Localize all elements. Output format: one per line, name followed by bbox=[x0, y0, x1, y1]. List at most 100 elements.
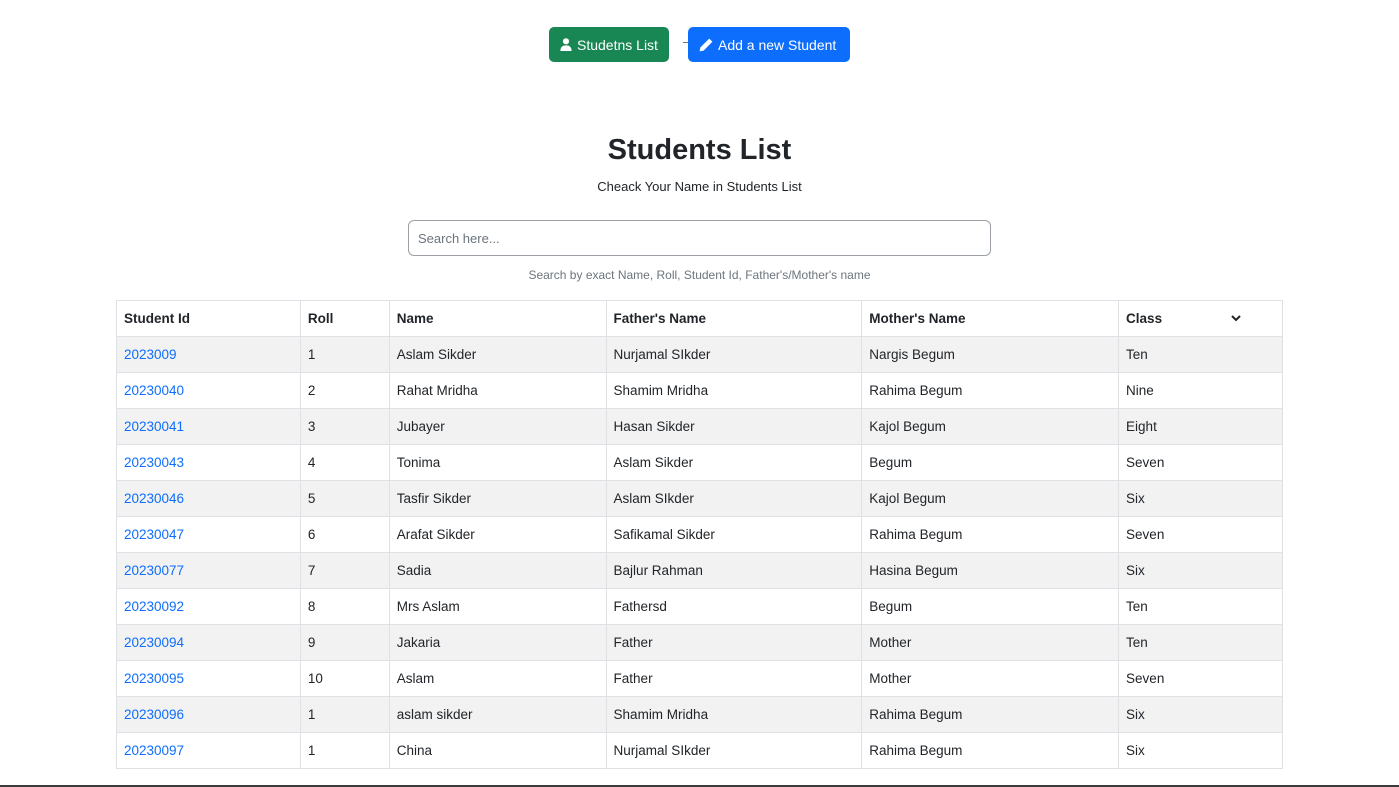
student-id-link[interactable]: 20230040 bbox=[124, 383, 184, 398]
page-title: Students List bbox=[607, 134, 792, 166]
add-student-button[interactable]: Add a new Student bbox=[688, 27, 850, 62]
table-cell: Eight bbox=[1118, 408, 1283, 445]
table-cell: Nine bbox=[1118, 372, 1283, 409]
table-cell: aslam sikder bbox=[388, 696, 607, 733]
cell-fathers-name: Nurjamal SIkder bbox=[613, 347, 711, 362]
column-header-class[interactable]: Class bbox=[1118, 300, 1283, 337]
table-cell: Hasan Sikder bbox=[605, 408, 863, 445]
table-row: 20230041 3 Jubayer Hasan Sikder Kajol Begum E… bbox=[116, 408, 1283, 445]
table-cell: Father bbox=[605, 624, 863, 661]
table-row: 2023009 1 Aslam Sikder Nurjamal SIkder Nargi… bbox=[116, 336, 1283, 373]
column-header-fathers-name: Father's Name bbox=[605, 300, 863, 337]
table-cell: 20230040 bbox=[116, 372, 301, 409]
table-cell: Sadia bbox=[388, 552, 607, 589]
table-cell: Kajol Begum bbox=[861, 480, 1120, 517]
table-cell: 1 bbox=[299, 732, 390, 769]
table-cell: Arafat Sikder bbox=[388, 516, 607, 553]
table-cell: Seven bbox=[1118, 660, 1283, 697]
cell-name: Jakaria bbox=[396, 635, 441, 650]
table-row: 20230043 4 Tonima Aslam Sikder Begum Seven bbox=[116, 444, 1283, 481]
student-id-link[interactable]: 20230094 bbox=[124, 635, 184, 650]
table-cell: Six bbox=[1118, 732, 1283, 769]
cell-roll: 1 bbox=[307, 743, 316, 758]
table-row: 20230047 6 Arafat Sikder Safikamal Sikder Ra… bbox=[116, 516, 1283, 553]
table-cell: 2023009 bbox=[116, 336, 301, 373]
cell-class: Seven bbox=[1126, 527, 1165, 542]
student-id-link[interactable]: 20230043 bbox=[124, 455, 184, 470]
table-cell: Aslam bbox=[388, 660, 607, 697]
cell-roll: 6 bbox=[307, 527, 316, 542]
cell-name: Rahat Mridha bbox=[396, 383, 478, 398]
students-table: Student Id Roll Name Father's Name Mothe… bbox=[116, 300, 1283, 769]
cell-fathers-name: Safikamal Sikder bbox=[613, 527, 715, 542]
cell-fathers-name: Shamim Mridha bbox=[613, 383, 709, 398]
cell-class: Six bbox=[1126, 563, 1145, 578]
table-cell: 10 bbox=[299, 660, 390, 697]
cell-mothers-name: Nargis Begum bbox=[869, 347, 955, 362]
cell-mothers-name: Kajol Begum bbox=[869, 419, 946, 434]
table-cell: Aslam Sikder bbox=[388, 336, 607, 373]
table-cell: 2 bbox=[299, 372, 390, 409]
table-cell: Seven bbox=[1118, 516, 1283, 553]
table-cell: 20230097 bbox=[116, 732, 301, 769]
cell-mothers-name: Begum bbox=[869, 455, 913, 470]
cell-fathers-name: Nurjamal SIkder bbox=[613, 743, 711, 758]
page: Studetns List Add a new Student Students… bbox=[0, 0, 1399, 787]
table-row: 20230095 10 Aslam Father Mother Seven bbox=[116, 660, 1283, 697]
table-row: 20230097 1 China Nurjamal SIkder Rahima Begu… bbox=[116, 732, 1283, 769]
cell-class: Ten bbox=[1126, 599, 1148, 614]
table-cell: 20230094 bbox=[116, 624, 301, 661]
student-id-link[interactable]: 20230097 bbox=[124, 743, 184, 758]
student-id-link[interactable]: 20230046 bbox=[124, 491, 184, 506]
cell-name: Tonima bbox=[396, 455, 441, 470]
student-id-link[interactable]: 20230047 bbox=[124, 527, 184, 542]
table-cell: 20230047 bbox=[116, 516, 301, 553]
table-cell: Rahima Begum bbox=[861, 732, 1120, 769]
student-id-link[interactable]: 2023009 bbox=[124, 347, 177, 362]
table-cell: 5 bbox=[299, 480, 390, 517]
table-cell: Rahima Begum bbox=[861, 696, 1120, 733]
top-nav: Studetns List Add a new Student bbox=[549, 27, 850, 62]
table-cell: Shamim Mridha bbox=[605, 372, 863, 409]
table-cell: Kajol Begum bbox=[861, 408, 1120, 445]
students-list-button-label: Studetns List bbox=[577, 36, 658, 53]
table-cell: 4 bbox=[299, 444, 390, 481]
table-cell: 20230096 bbox=[116, 696, 301, 733]
table-row: 20230046 5 Tasfir Sikder Aslam SIkder Kajol … bbox=[116, 480, 1283, 517]
cell-roll: 3 bbox=[307, 419, 316, 434]
table-cell: Jubayer bbox=[388, 408, 607, 445]
student-id-link[interactable]: 20230095 bbox=[124, 671, 184, 686]
column-header-class-label: Class bbox=[1126, 311, 1163, 326]
column-header-roll: Roll bbox=[299, 300, 390, 337]
page-subtitle: Cheack Your Name in Students List bbox=[597, 179, 802, 194]
add-student-button-label: Add a new Student bbox=[718, 36, 837, 53]
pencil-icon bbox=[699, 38, 713, 51]
cell-fathers-name: Hasan Sikder bbox=[613, 419, 695, 434]
student-id-link[interactable]: 20230041 bbox=[124, 419, 184, 434]
cell-class: Eight bbox=[1126, 419, 1157, 434]
student-id-link[interactable]: 20230077 bbox=[124, 563, 184, 578]
cell-name: Arafat Sikder bbox=[396, 527, 475, 542]
table-cell: Rahima Begum bbox=[861, 372, 1120, 409]
column-header-mothers-name: Mother's Name bbox=[861, 300, 1120, 337]
table-cell: Fathersd bbox=[605, 588, 863, 625]
table-cell: Mother bbox=[861, 660, 1120, 697]
cell-roll: 5 bbox=[307, 491, 316, 506]
table-row: 20230096 1 aslam sikder Shamim Mridha Rahima… bbox=[116, 696, 1283, 733]
cell-roll: 7 bbox=[307, 563, 316, 578]
students-list-button[interactable]: Studetns List bbox=[549, 27, 669, 62]
cell-roll: 1 bbox=[307, 347, 316, 362]
table-header-row: Student Id Roll Name Father's Name Mothe… bbox=[116, 300, 1283, 337]
table-cell: Six bbox=[1118, 480, 1283, 517]
table-cell: Tonima bbox=[388, 444, 607, 481]
table-cell: Nargis Begum bbox=[861, 336, 1120, 373]
cell-fathers-name: Aslam SIkder bbox=[613, 491, 694, 506]
table-cell: 9 bbox=[299, 624, 390, 661]
student-id-link[interactable]: 20230096 bbox=[124, 707, 184, 722]
student-id-link[interactable]: 20230092 bbox=[124, 599, 184, 614]
chevron-down-icon[interactable] bbox=[1231, 315, 1241, 322]
table-row: 20230040 2 Rahat Mridha Shamim Mridha Rahima… bbox=[116, 372, 1283, 409]
search-input[interactable] bbox=[408, 220, 991, 256]
cell-roll: 4 bbox=[307, 455, 316, 470]
cell-name: Aslam bbox=[396, 671, 435, 686]
